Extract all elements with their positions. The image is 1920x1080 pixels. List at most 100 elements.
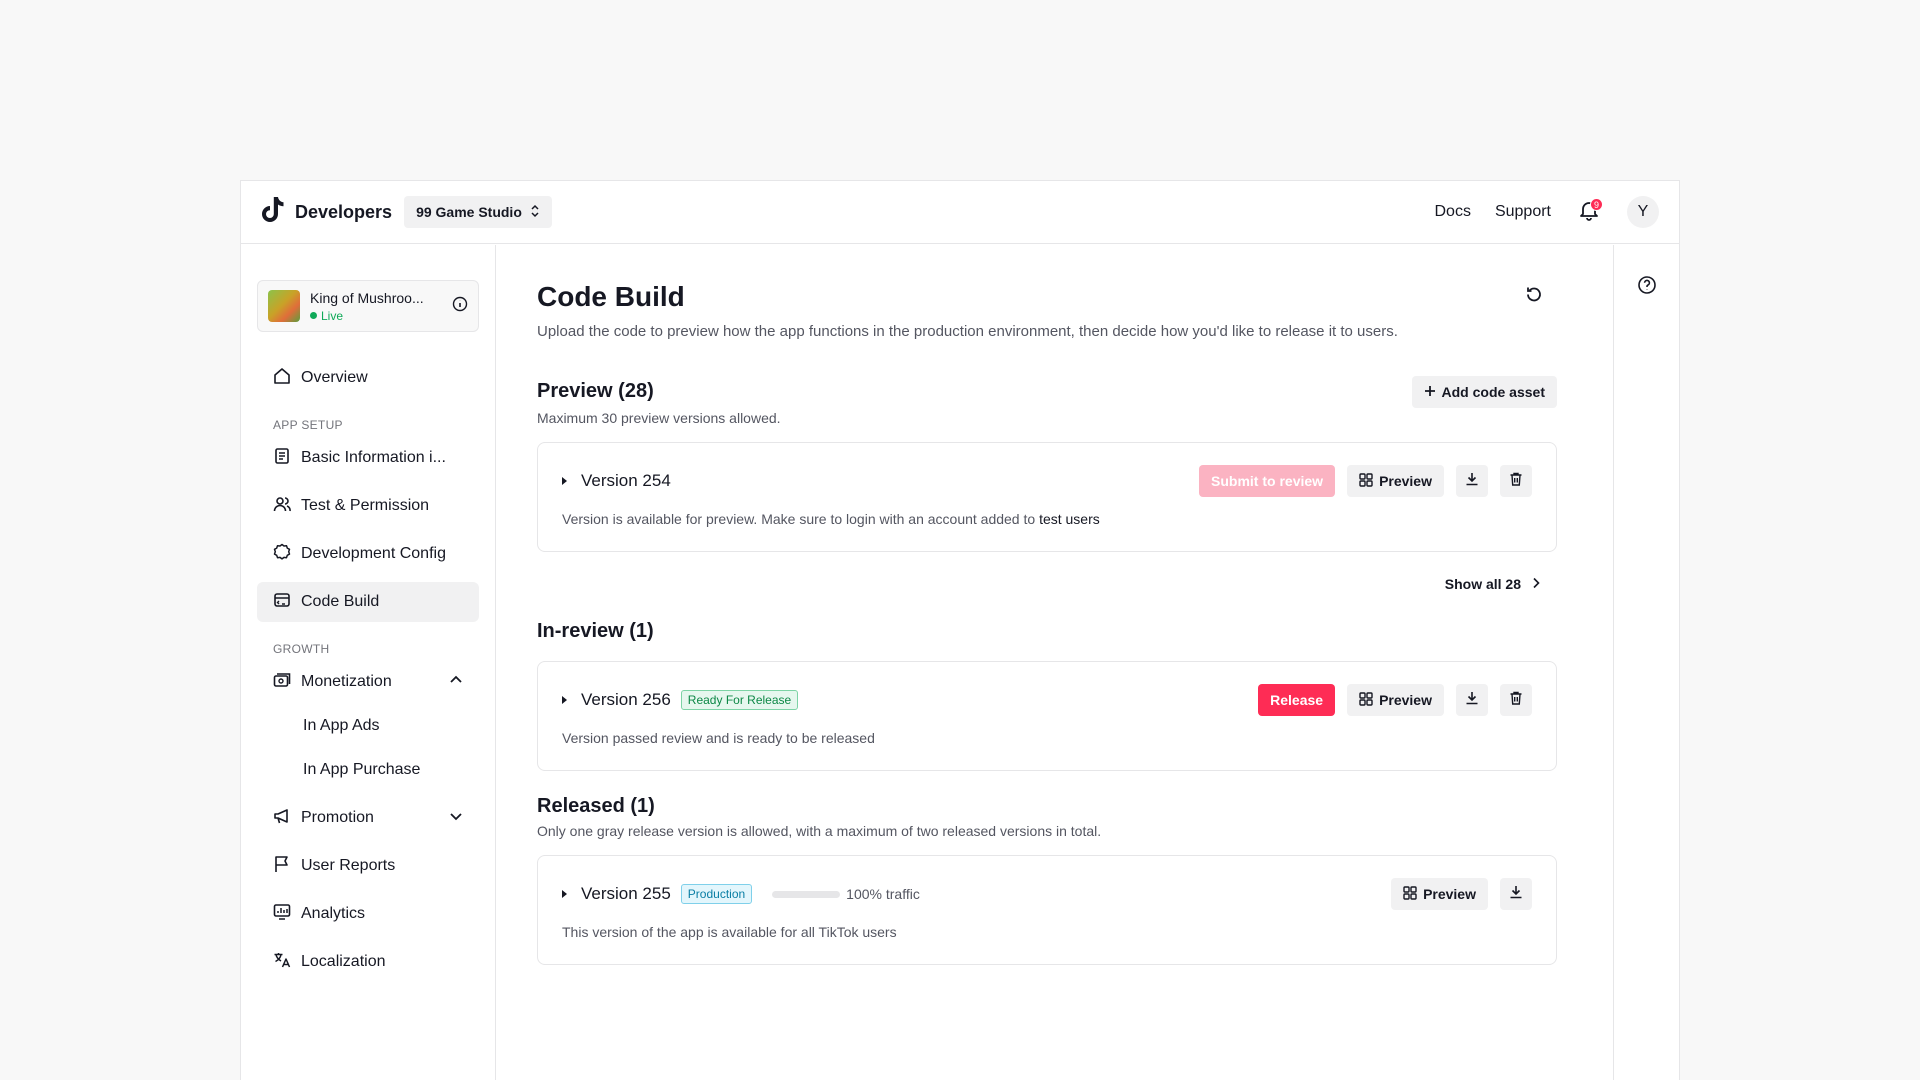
in-review-section-header: In-review (1) (537, 620, 1557, 643)
sidebar-item-dev-config[interactable]: Development Config (257, 534, 479, 574)
app-card[interactable]: King of Mushroo... Live (257, 280, 479, 332)
download-button[interactable] (1500, 878, 1532, 910)
app-name: King of Mushroo... (310, 289, 424, 306)
delete-button[interactable] (1500, 465, 1532, 497)
download-button[interactable] (1456, 465, 1488, 497)
caret-right-icon (562, 890, 567, 898)
sidebar-item-label: Promotion (301, 809, 374, 826)
page-title: Code Build (537, 281, 685, 312)
sidebar-item-label: Development Config (301, 545, 446, 562)
tiktok-icon (261, 196, 285, 229)
preview-desc-text: Version is available for preview. Make s… (562, 511, 1036, 527)
traffic-indicator: 100% traffic (772, 886, 920, 902)
docs-link[interactable]: Docs (1435, 203, 1471, 221)
section-app-setup: APP SETUP (273, 418, 343, 432)
grid-icon (1403, 885, 1417, 903)
status-badge: Production (680, 884, 753, 904)
logo[interactable]: Developers (261, 196, 392, 229)
preview-label: Preview (1379, 692, 1432, 708)
version-toggle[interactable]: Version 254 (562, 471, 671, 491)
sidebar-item-in-app-purchase[interactable]: In App Purchase (257, 750, 479, 790)
page-description: Upload the code to preview how the app f… (537, 323, 1398, 340)
home-icon (273, 367, 291, 390)
caret-right-icon (562, 696, 567, 704)
help-icon[interactable] (1637, 275, 1657, 1080)
submit-to-review-button[interactable]: Submit to review (1199, 465, 1336, 497)
support-link[interactable]: Support (1495, 203, 1551, 221)
flag-icon (273, 855, 291, 878)
sidebar-item-label: User Reports (301, 857, 396, 874)
chevron-updown-icon (530, 204, 540, 221)
sidebar-item-monetization[interactable]: Monetization (257, 662, 479, 702)
workspace-selector[interactable]: 99 Game Studio (404, 196, 552, 228)
add-code-asset-label: Add code asset (1441, 384, 1545, 400)
status-dot-icon (310, 312, 317, 319)
sidebar-item-localization[interactable]: Localization (257, 942, 479, 982)
release-button[interactable]: Release (1258, 684, 1336, 716)
released-section-header: Released (1) Only one gray release versi… (537, 795, 1557, 839)
sidebar-item-basic-info[interactable]: Basic Information i... (257, 438, 479, 478)
test-users-link[interactable]: test users (1039, 511, 1100, 527)
brand-name: Developers (295, 201, 393, 222)
preview-button[interactable]: Preview (1391, 878, 1488, 910)
trash-icon (1509, 472, 1523, 491)
sidebar-item-test-permission[interactable]: Test & Permission (257, 486, 479, 526)
sidebar-item-label: Overview (301, 369, 368, 386)
download-icon (1509, 885, 1523, 904)
sidebar-item-in-app-ads[interactable]: In App Ads (257, 706, 479, 746)
download-icon (1465, 691, 1479, 710)
traffic-label: 100% traffic (846, 886, 920, 902)
caret-right-icon (562, 477, 567, 485)
version-label: Version 256 (581, 690, 671, 709)
released-subtitle: Only one gray release version is allowed… (537, 823, 1102, 839)
preview-button[interactable]: Preview (1347, 684, 1444, 716)
preview-label: Preview (1423, 886, 1476, 902)
sidebar-item-label: Test & Permission (301, 497, 430, 514)
avatar[interactable]: Y (1627, 196, 1659, 228)
preview-button[interactable]: Preview (1347, 465, 1444, 497)
notifications-button[interactable]: 9 (1575, 198, 1603, 226)
show-all-link[interactable]: Show all 28 (537, 576, 1557, 592)
workspace-name: 99 Game Studio (416, 204, 522, 220)
document-icon (273, 447, 291, 470)
app-status-label: Live (321, 308, 344, 323)
monitor-chart-icon (273, 903, 291, 926)
sidebar-item-label: Code Build (301, 593, 380, 610)
sidebar-item-promotion[interactable]: Promotion (257, 798, 479, 838)
app-status: Live (310, 309, 424, 323)
code-box-icon (273, 591, 291, 614)
chevron-down-icon[interactable] (449, 809, 463, 828)
version-toggle[interactable]: Version 255 Production 100% traffic (562, 884, 920, 904)
gear-icon (273, 543, 291, 566)
main-content: Code Build Upload the code to preview ho… (497, 245, 1597, 1080)
sidebar-item-label: Basic Information i... (301, 449, 446, 466)
users-icon (273, 495, 291, 518)
version-description: Version passed review and is ready to be… (562, 730, 875, 746)
version-card-in-review: Version 256 Ready For Release Release Pr… (537, 661, 1557, 771)
download-button[interactable] (1456, 684, 1488, 716)
grid-icon (1359, 472, 1373, 490)
refresh-icon[interactable] (1525, 285, 1543, 308)
top-bar: Developers 99 Game Studio Docs Support 9… (241, 181, 1679, 244)
download-icon (1465, 472, 1479, 491)
app-thumbnail (268, 290, 300, 322)
version-label: Version 254 (581, 471, 671, 490)
preview-title: Preview (28) (537, 380, 654, 402)
sidebar-item-overview[interactable]: Overview (257, 358, 479, 398)
app-window: Developers 99 Game Studio Docs Support 9… (240, 180, 1680, 1080)
version-label: Version 255 (581, 884, 671, 903)
version-toggle[interactable]: Version 256 Ready For Release (562, 690, 799, 710)
money-icon (273, 671, 291, 694)
sidebar-item-user-reports[interactable]: User Reports (257, 846, 479, 886)
preview-section-header: Preview (28) Maximum 30 preview versions… (537, 376, 1557, 426)
version-card-released: Version 255 Production 100% traffic Prev… (537, 855, 1557, 965)
sidebar-item-code-build[interactable]: Code Build (257, 582, 479, 622)
sidebar-item-analytics[interactable]: Analytics (257, 894, 479, 934)
info-icon[interactable] (452, 296, 468, 317)
preview-label: Preview (1379, 473, 1432, 489)
delete-button[interactable] (1500, 684, 1532, 716)
version-card-preview: Version 254 Submit to review Preview Ver… (537, 442, 1557, 552)
add-code-asset-button[interactable]: Add code asset (1411, 376, 1557, 408)
status-badge: Ready For Release (680, 690, 799, 710)
chevron-up-icon[interactable] (449, 673, 463, 692)
